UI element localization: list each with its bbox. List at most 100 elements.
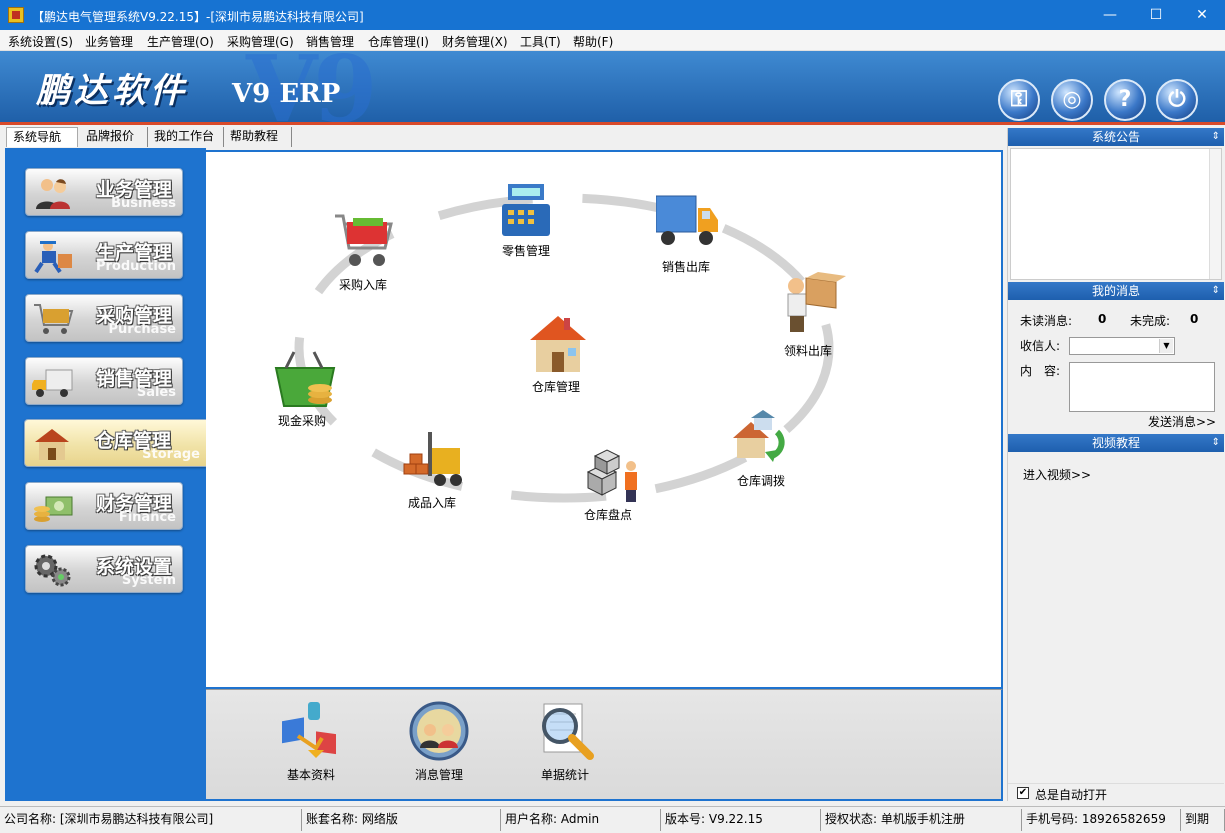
right-panel: 系统公告 ⇕ 我的消息 ⇕ 未读消息: 0 未完成: 0 收信人: ▼ 内 容: 发… xyxy=(1007,128,1225,802)
bottom-label: 消息管理 xyxy=(414,768,463,782)
nav-sublabel: Business xyxy=(111,196,176,211)
flow-warehouse[interactable]: 仓库管理 xyxy=(526,312,590,394)
forklift-icon xyxy=(403,432,462,486)
message-management-button[interactable]: 消息管理 xyxy=(408,700,470,782)
basket-coins-icon xyxy=(274,351,336,407)
collapse-arrows-icon[interactable]: ⇕ xyxy=(1212,434,1220,452)
tab-help-tutorial[interactable]: 帮助教程 xyxy=(224,127,292,147)
transfer-house-icon xyxy=(733,410,785,462)
menu-sales[interactable]: 销售管理 xyxy=(306,33,354,50)
house-icon xyxy=(35,429,69,460)
menu-help[interactable]: 帮助(F) xyxy=(573,33,613,50)
menu-tools[interactable]: 工具(T) xyxy=(520,33,561,50)
flow-label: 仓库盘点 xyxy=(583,508,632,522)
network-cubes-icon xyxy=(282,702,336,758)
chevron-down-icon[interactable]: ▼ xyxy=(1159,339,1173,353)
unread-label: 未读消息: xyxy=(1020,314,1073,328)
collapse-arrows-icon[interactable]: ⇕ xyxy=(1212,282,1220,300)
delivery-truck-icon xyxy=(655,195,718,245)
menu-finance[interactable]: 财务管理(X) xyxy=(442,33,508,50)
bottom-label: 基本资料 xyxy=(286,768,335,782)
shopping-cart-icon xyxy=(335,214,393,266)
flow-inventory[interactable]: 仓库盘点 xyxy=(578,442,642,522)
nav-sublabel: Finance xyxy=(118,510,176,525)
boxes-check-icon xyxy=(586,449,637,502)
nav-finance[interactable]: 财务管理 Finance xyxy=(25,482,183,530)
menu-warehouse[interactable]: 仓库管理(I) xyxy=(368,33,429,50)
maximize-button[interactable]: ☐ xyxy=(1133,0,1179,30)
receiver-select[interactable]: ▼ xyxy=(1069,337,1175,355)
flow-label: 成品入库 xyxy=(407,496,456,510)
flow-label: 仓库调拨 xyxy=(736,474,785,488)
notice-content[interactable] xyxy=(1010,148,1222,280)
menu-production[interactable]: 生产管理(O) xyxy=(147,33,214,50)
nav-business[interactable]: 业务管理 Business xyxy=(25,168,183,216)
menu-business[interactable]: 业务管理 xyxy=(85,33,133,50)
nav-sales[interactable]: 销售管理 Sales xyxy=(25,357,183,405)
nav-sublabel: Storage xyxy=(142,447,200,462)
product-name: V9 ERP xyxy=(232,79,341,109)
flow-label: 现金采购 xyxy=(277,414,326,428)
nav-sublabel: Production xyxy=(96,259,176,274)
flow-purchase-in[interactable]: 采购入库 xyxy=(333,208,397,292)
flow-label: 零售管理 xyxy=(501,244,550,258)
left-nav: 业务管理 Business 生产管理 Production 采购管理 Purch… xyxy=(5,148,206,801)
video-title: 视频教程 xyxy=(1091,436,1140,450)
video-header[interactable]: 视频教程 ⇕ xyxy=(1008,434,1224,452)
flow-retail[interactable]: 零售管理 xyxy=(496,180,556,258)
nav-purchase[interactable]: 采购管理 Purchase xyxy=(25,294,183,342)
magnifier-document-icon xyxy=(542,703,594,760)
people-icon xyxy=(36,179,70,209)
bottom-toolbar: 基本资料 消息管理 单据统计 xyxy=(206,689,1003,801)
close-button[interactable]: ✕ xyxy=(1179,0,1225,30)
menu-bar: 系统设置(S) 业务管理 生产管理(O) 采购管理(G) 销售管理 仓库管理(I… xyxy=(0,30,1225,51)
content-label: 内 容: xyxy=(1020,364,1061,378)
send-message-link[interactable]: 发送消息>> xyxy=(1148,413,1216,430)
flow-label: 领料出库 xyxy=(783,344,832,358)
message-people-icon xyxy=(409,701,469,761)
cart-icon xyxy=(34,304,74,334)
unfinished-label: 未完成: xyxy=(1130,314,1171,328)
tab-workbench[interactable]: 我的工作台 xyxy=(148,127,224,147)
flow-sales-out[interactable]: 销售出库 xyxy=(655,194,720,274)
nav-sublabel: Sales xyxy=(136,385,176,400)
notice-scrollbar[interactable] xyxy=(1209,149,1221,279)
flow-material-out[interactable]: 领料出库 xyxy=(778,272,846,358)
unread-count: 0 xyxy=(1098,312,1107,326)
window-title: 【鹏达电气管理系统V9.22.15】-[深圳市易鹏达科技有限公司] xyxy=(32,10,364,24)
enter-video-link[interactable]: 进入视频>> xyxy=(1023,466,1091,483)
money-icon xyxy=(34,496,73,522)
tab-system-nav[interactable]: 系统导航 xyxy=(6,127,78,147)
nav-production[interactable]: 生产管理 Production xyxy=(25,231,183,279)
tab-brand-quote[interactable]: 品牌报价 xyxy=(80,127,148,147)
tab-strip: 系统导航 品牌报价 我的工作台 帮助教程 xyxy=(0,125,1005,147)
status-license: 授权状态: 单机版手机注册 xyxy=(821,809,1022,831)
key-icon[interactable]: ⚿ xyxy=(998,79,1040,121)
support-icon[interactable]: ◎ xyxy=(1051,79,1093,121)
notice-header[interactable]: 系统公告 ⇕ xyxy=(1008,128,1224,146)
flow-cash-purchase[interactable]: 现金采购 xyxy=(272,348,338,428)
bottom-label: 单据统计 xyxy=(540,768,589,782)
help-icon[interactable]: ? xyxy=(1104,79,1146,121)
minimize-button[interactable]: — xyxy=(1087,0,1133,30)
banner: V9 鹏达软件 V9 ERP ⚿ ◎ ? ⏻ xyxy=(0,51,1225,123)
flow-transfer[interactable]: 仓库调拨 xyxy=(731,410,793,488)
basic-info-button[interactable]: 基本资料 xyxy=(278,700,344,782)
status-user: 用户名称: Admin xyxy=(501,809,661,831)
flow-label: 销售出库 xyxy=(661,260,710,274)
status-account: 账套名称: 网络版 xyxy=(302,809,501,831)
flow-product-in[interactable]: 成品入库 xyxy=(402,430,466,510)
power-icon[interactable]: ⏻ xyxy=(1156,79,1198,121)
messages-header[interactable]: 我的消息 ⇕ xyxy=(1008,282,1224,300)
content-textarea[interactable] xyxy=(1069,362,1215,412)
document-stats-button[interactable]: 单据统计 xyxy=(534,700,596,782)
nav-warehouse[interactable]: 仓库管理 Storage xyxy=(24,419,206,467)
nav-system[interactable]: 系统设置 System xyxy=(25,545,183,593)
auto-open-label: 总是自动打开 xyxy=(1035,788,1108,802)
brand-logo: 鹏达软件 xyxy=(36,71,188,111)
porter-icon xyxy=(787,272,846,332)
menu-purchase[interactable]: 采购管理(G) xyxy=(227,33,294,50)
collapse-arrows-icon[interactable]: ⇕ xyxy=(1212,128,1220,146)
auto-open-checkbox[interactable]: ✔ xyxy=(1017,787,1029,799)
menu-system-settings[interactable]: 系统设置(S) xyxy=(8,33,73,50)
